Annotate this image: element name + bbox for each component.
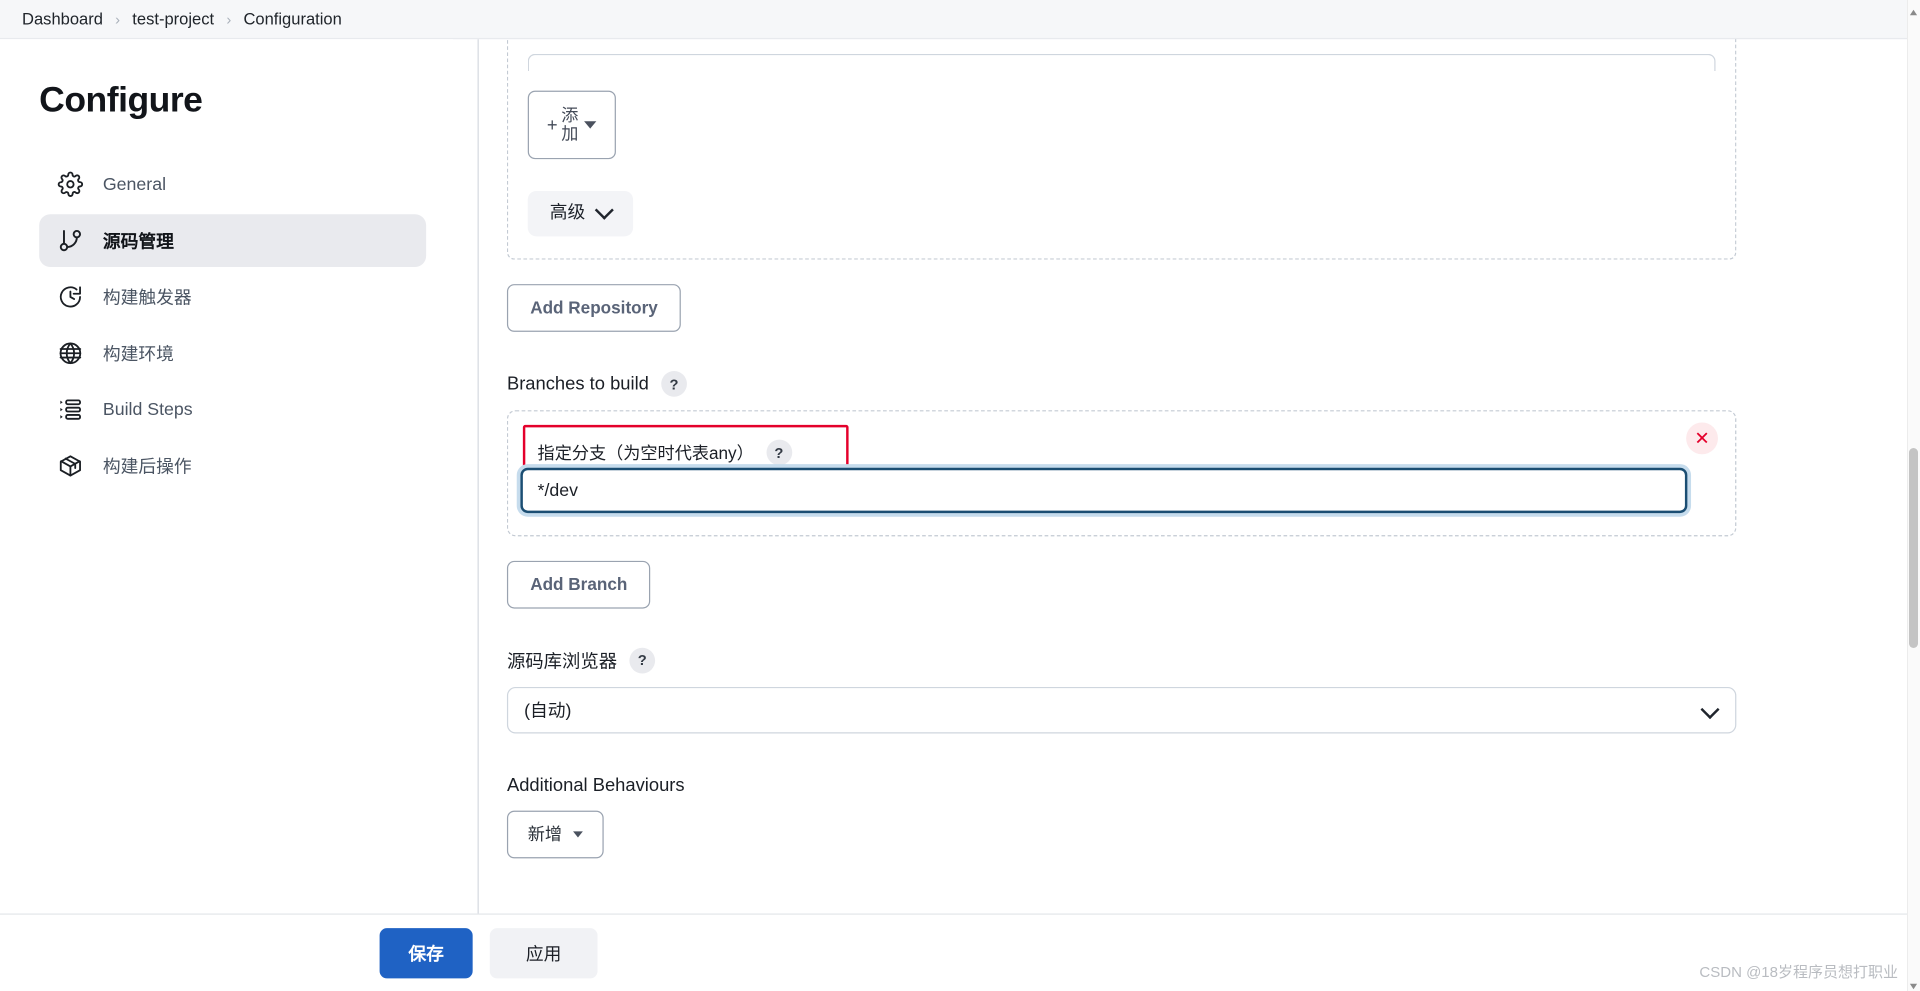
sidebar-item-build-environment[interactable]: 构建环境 (39, 327, 426, 380)
branch-input-wrapper (520, 467, 1688, 514)
branch-field-label: 指定分支（为空时代表any） ? (537, 439, 832, 466)
sidebar-nav: General 源码管理 构建触发器 构建环境 Build Steps 构建后操… (39, 158, 427, 493)
add-behaviour-dropdown-button[interactable]: 新增 (506, 810, 604, 859)
browser-viewport: Dashboard › test-project › Configuration… (0, 0, 1920, 991)
sidebar-item-label: 构建后操作 (102, 457, 192, 478)
advanced-label: 高级 (549, 203, 586, 223)
page-scrollbar-thumb[interactable] (1909, 448, 1918, 648)
plus-icon: + (546, 114, 558, 136)
sidebar-item-general[interactable]: General (39, 158, 426, 211)
globe-icon (56, 340, 83, 367)
caret-down-icon (573, 831, 583, 838)
clock-icon (56, 283, 83, 310)
breadcrumb-item-configuration[interactable]: Configuration (243, 10, 341, 28)
help-icon[interactable]: ? (766, 439, 792, 466)
repository-block: + 添 加 高级 (506, 39, 1737, 261)
list-steps-icon (56, 396, 83, 423)
repository-browser-selected-value: (自动) (524, 702, 572, 722)
add-behaviour-label: 新增 (527, 824, 563, 844)
page-title: Configure (39, 80, 203, 121)
gear-icon (56, 171, 83, 198)
breadcrumb-item-dashboard[interactable]: Dashboard (22, 10, 103, 28)
page-body: Configure General 源码管理 构建触发器 构建环境 Build … (0, 39, 1920, 991)
page-scrollbar-track[interactable] (1907, 0, 1920, 991)
chevron-down-icon (594, 200, 614, 220)
help-icon[interactable]: ? (629, 647, 656, 674)
additional-behaviours-label: Additional Behaviours (506, 775, 685, 796)
repository-browser-select[interactable]: (自动) (506, 686, 1737, 734)
main-form: + 添 加 高级 Add Repository Branches to buil… (453, 39, 1920, 990)
sidebar-item-label: 源码管理 (102, 232, 174, 253)
form-content: + 添 加 高级 Add Repository Branches to buil… (453, 39, 1920, 859)
sidebar: Configure General 源码管理 构建触发器 构建环境 Build … (0, 39, 454, 991)
sidebar-item-label: General (102, 174, 167, 195)
package-icon (56, 452, 83, 479)
breadcrumb-separator-icon: › (115, 10, 121, 28)
git-branch-icon (56, 227, 83, 254)
breadcrumb-item-project[interactable]: test-project (132, 10, 214, 28)
repository-browser-select-wrap: (自动) (506, 686, 1737, 734)
sidebar-item-label: 构建触发器 (102, 288, 192, 309)
credentials-field-partial[interactable] (527, 53, 1716, 72)
branch-repeat-block: 指定分支（为空时代表any） ? ✕ (506, 410, 1737, 537)
add-button-label: 添 加 (561, 105, 579, 144)
help-icon[interactable]: ? (661, 371, 687, 397)
form-action-bar: 保存 应用 (0, 913, 1920, 991)
sidebar-item-label: 构建环境 (102, 345, 174, 365)
watermark: CSDN @18岁程序员想打职业 (1699, 964, 1898, 981)
branch-field-label-text: 指定分支（为空时代表any） (537, 442, 754, 463)
remove-branch-button[interactable]: ✕ (1686, 422, 1718, 455)
scroll-down-arrow-icon[interactable] (1909, 978, 1918, 990)
add-credentials-dropdown-button[interactable]: + 添 加 (527, 90, 616, 160)
branches-to-build-label: Branches to build ? (507, 371, 1736, 397)
add-repository-button[interactable]: Add Repository (506, 284, 682, 333)
sidebar-item-build-triggers[interactable]: 构建触发器 (39, 271, 426, 324)
breadcrumb-separator-icon: › (226, 10, 232, 28)
add-branch-button[interactable]: Add Branch (506, 561, 651, 609)
sidebar-item-source-code-management[interactable]: 源码管理 (39, 214, 427, 267)
branches-label-text: Branches to build (506, 373, 649, 395)
advanced-toggle-button[interactable]: 高级 (527, 191, 634, 237)
scroll-up-arrow-icon[interactable] (1909, 4, 1918, 16)
app-root: Dashboard › test-project › Configuration… (0, 0, 1920, 991)
breadcrumb: Dashboard › test-project › Configuration (0, 0, 1920, 40)
save-button[interactable]: 保存 (379, 927, 473, 978)
caret-down-icon (584, 121, 597, 129)
branch-specifier-input[interactable] (520, 467, 1688, 514)
sidebar-item-post-build-actions[interactable]: 构建后操作 (39, 440, 426, 493)
repository-browser-label-text: 源码库浏览器 (506, 651, 618, 673)
repository-browser-label: 源码库浏览器 ? (506, 647, 1736, 674)
sidebar-item-build-steps[interactable]: Build Steps (39, 383, 426, 436)
sidebar-item-label: Build Steps (102, 399, 193, 420)
apply-button[interactable]: 应用 (489, 927, 598, 978)
